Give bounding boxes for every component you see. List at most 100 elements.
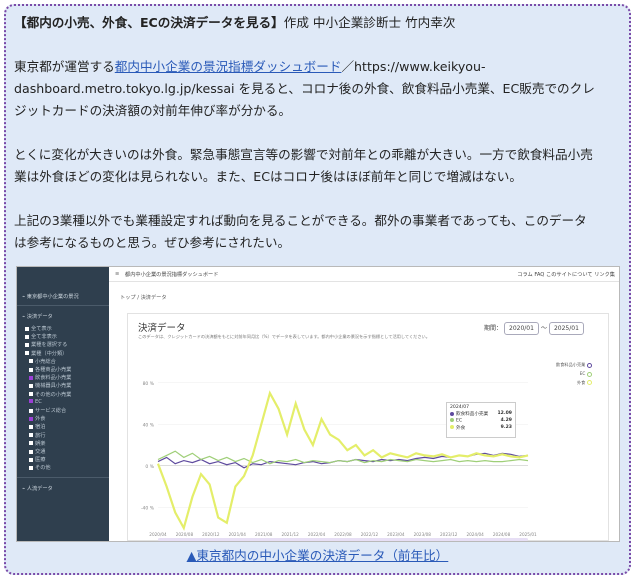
checkbox[interactable] [25,326,29,331]
sidebar-item[interactable]: その他 [29,464,51,471]
line-chart[interactable]: 80 % 40 % 0 % -40 % 2020/04 2020/08 2020/12 202… [128,314,610,542]
sidebar-item[interactable]: 小売総合 [29,358,56,365]
sidebar-item[interactable]: 旅行 [29,432,45,439]
checkbox[interactable] [29,449,33,454]
sidebar-section-keikyou[interactable]: ⌁ 東京都中小企業の景況 [22,293,79,300]
sidebar-item-label: 医療 [35,457,46,464]
checkbox[interactable] [25,351,29,356]
checkbox[interactable] [29,399,33,404]
sidebar-item[interactable]: その他の小売業 [29,391,71,398]
checkbox[interactable] [25,342,29,347]
chart-card: 決済データ このデータは、クレジットカードの決済額をもとに対前年同月比（%）でデ… [127,313,609,541]
sidebar-divider [17,477,109,478]
caption-link[interactable]: ▲東京都内の中小企業の決済データ（前年比） [187,548,449,563]
top-link[interactable]: コラム [517,272,534,278]
checkbox[interactable] [29,359,33,364]
legend-item[interactable]: 外食 [556,380,593,386]
checkbox[interactable] [29,441,33,446]
sidebar-item[interactable]: 娯楽 [29,440,45,447]
image-caption: ▲東京都内の中小企業の決済データ（前年比） [0,545,635,564]
x-tick-label: 2024/04 [466,532,484,537]
tooltip-marker [450,418,454,422]
sidebar-divider [17,305,109,306]
dashboard-topbar: ≡ 都内中小企業の景況指標ダッシュボード コラム FAQ このサイトについて リ… [109,267,619,282]
top-link[interactable]: このサイトについて [546,272,594,278]
checkbox[interactable] [29,465,33,470]
sidebar-item[interactable]: 医療 [29,456,45,463]
sidebar-item-label: 交通 [35,449,46,455]
sidebar-item[interactable]: 全て非表示 [25,333,57,340]
tooltip-marker [450,425,454,429]
y-tick-label: -40 % [141,505,155,511]
series-line [157,450,529,465]
checkbox[interactable] [29,424,33,429]
checkbox[interactable] [29,433,33,438]
legend-label: EC [579,371,586,376]
sidebar-item[interactable]: 各種商品小売業 [29,366,71,373]
x-tick-label: 2023/08 [414,532,432,537]
checkbox[interactable] [29,375,33,380]
legend-marker [587,371,593,377]
x-tick-label: 2023/04 [387,532,405,537]
chart-legend: 飲食料品小売業 EC 外食 [556,362,593,389]
sidebar-item[interactable]: サービス総合 [29,407,66,414]
x-tick-label: 2024/08 [493,532,511,537]
dashboard-link[interactable]: 都内中小企業の景況指標ダッシュボード [115,59,342,74]
sidebar-item[interactable]: 交通 [29,448,45,455]
tooltip-value: 9.23 [500,424,512,430]
sidebar-item-label: その他 [35,465,51,472]
sidebar-item[interactable]: 宿泊 [29,423,45,430]
tooltip-value: 12.09 [497,411,512,416]
top-link[interactable]: FAQ [534,272,546,278]
tooltip-value: 4.29 [500,418,512,423]
sidebar-item-label: 全て非表示 [31,334,57,341]
article-heading: 【都内の小売、外食、ECの決済データを見る】 [14,15,284,30]
sidebar-section-kessai[interactable]: ⌁ 決済データ [22,313,53,320]
tooltip-series-label: EC [456,418,463,424]
p1-url: ／https://www.keikyou- [341,59,486,74]
sidebar-item[interactable]: EC [29,399,42,405]
app-title: 都内中小企業の景況指標ダッシュボード [125,272,219,278]
dashboard-screenshot: ⌁ 東京都中小企業の景況 ⌁ 決済データ 全て表示全て非表示 業種を選択する 業種（… [16,266,620,542]
sidebar-section-jinryu[interactable]: ⌁ 人流データ [22,485,53,492]
legend-marker [587,362,593,368]
x-tick-label: 2021/04 [229,532,247,537]
checkbox[interactable] [29,416,33,421]
menu-icon[interactable]: ≡ [115,271,119,277]
sidebar-item[interactable]: 全て表示 [25,325,52,332]
tooltip-date: 2024/07 [450,405,470,410]
top-link[interactable]: リンク集 [594,272,615,278]
breadcrumb: トップ / 決済データ [120,295,167,301]
p2-line1: とくに変化が大きいのは外食。緊急事態宣言等の影響で対前年との乖離が大きい。一方で… [14,147,593,162]
sidebar-section-label: 決済データ [26,314,53,320]
legend-item[interactable]: 飲食料品小売業 [556,362,593,368]
x-tick-label: 2020/04 [149,532,167,537]
sidebar-item-label: EC [35,398,42,405]
checkbox[interactable] [29,392,33,397]
sidebar-item-label: その他の小売業 [35,391,72,398]
checkbox[interactable] [29,457,33,462]
sidebar-item[interactable]: 飲食料品小売業 [29,374,71,381]
legend-item[interactable]: EC [556,371,593,377]
checkbox[interactable] [29,367,33,372]
tooltip-series-label: 飲食料品小売業 [456,412,489,417]
sidebar-item[interactable]: 機械器具小売業 [29,382,71,389]
checkbox[interactable] [25,334,29,339]
p3-line2: は参考になるものと思う。ぜひ参考にされたい。 [14,235,291,250]
sidebar-item-label: 飲食料品小売業 [35,375,72,382]
checkbox[interactable] [29,408,33,413]
x-tick-label: 2020/08 [176,532,194,537]
x-tick-label: 2022/08 [334,532,352,537]
sidebar-item-label: 旅行 [35,432,46,439]
chart-tooltip: 2024/07 飲食料品小売業 12.09 EC 4.29 外食 9.23 [446,402,516,438]
p1-line3: ジットカードの決済額の対前年伸び率が分かる。 [14,103,292,118]
sidebar-item[interactable]: 業種（中分類） [25,350,67,357]
paragraph-3: 上記の3業種以外でも業種設定すれば動向を見ることができる。都外の事業者であっても… [14,210,614,254]
sidebar-section-label: 東京都中小企業の景況 [26,294,79,300]
y-tick-label: 40 % [143,422,155,428]
checkbox[interactable] [29,383,33,388]
tooltip-series: EC [450,418,462,424]
sidebar-item[interactable]: 業種を選択する [25,341,67,348]
sidebar-item[interactable]: 外食 [29,415,45,422]
tooltip-row: 外食 9.23 [450,425,512,431]
